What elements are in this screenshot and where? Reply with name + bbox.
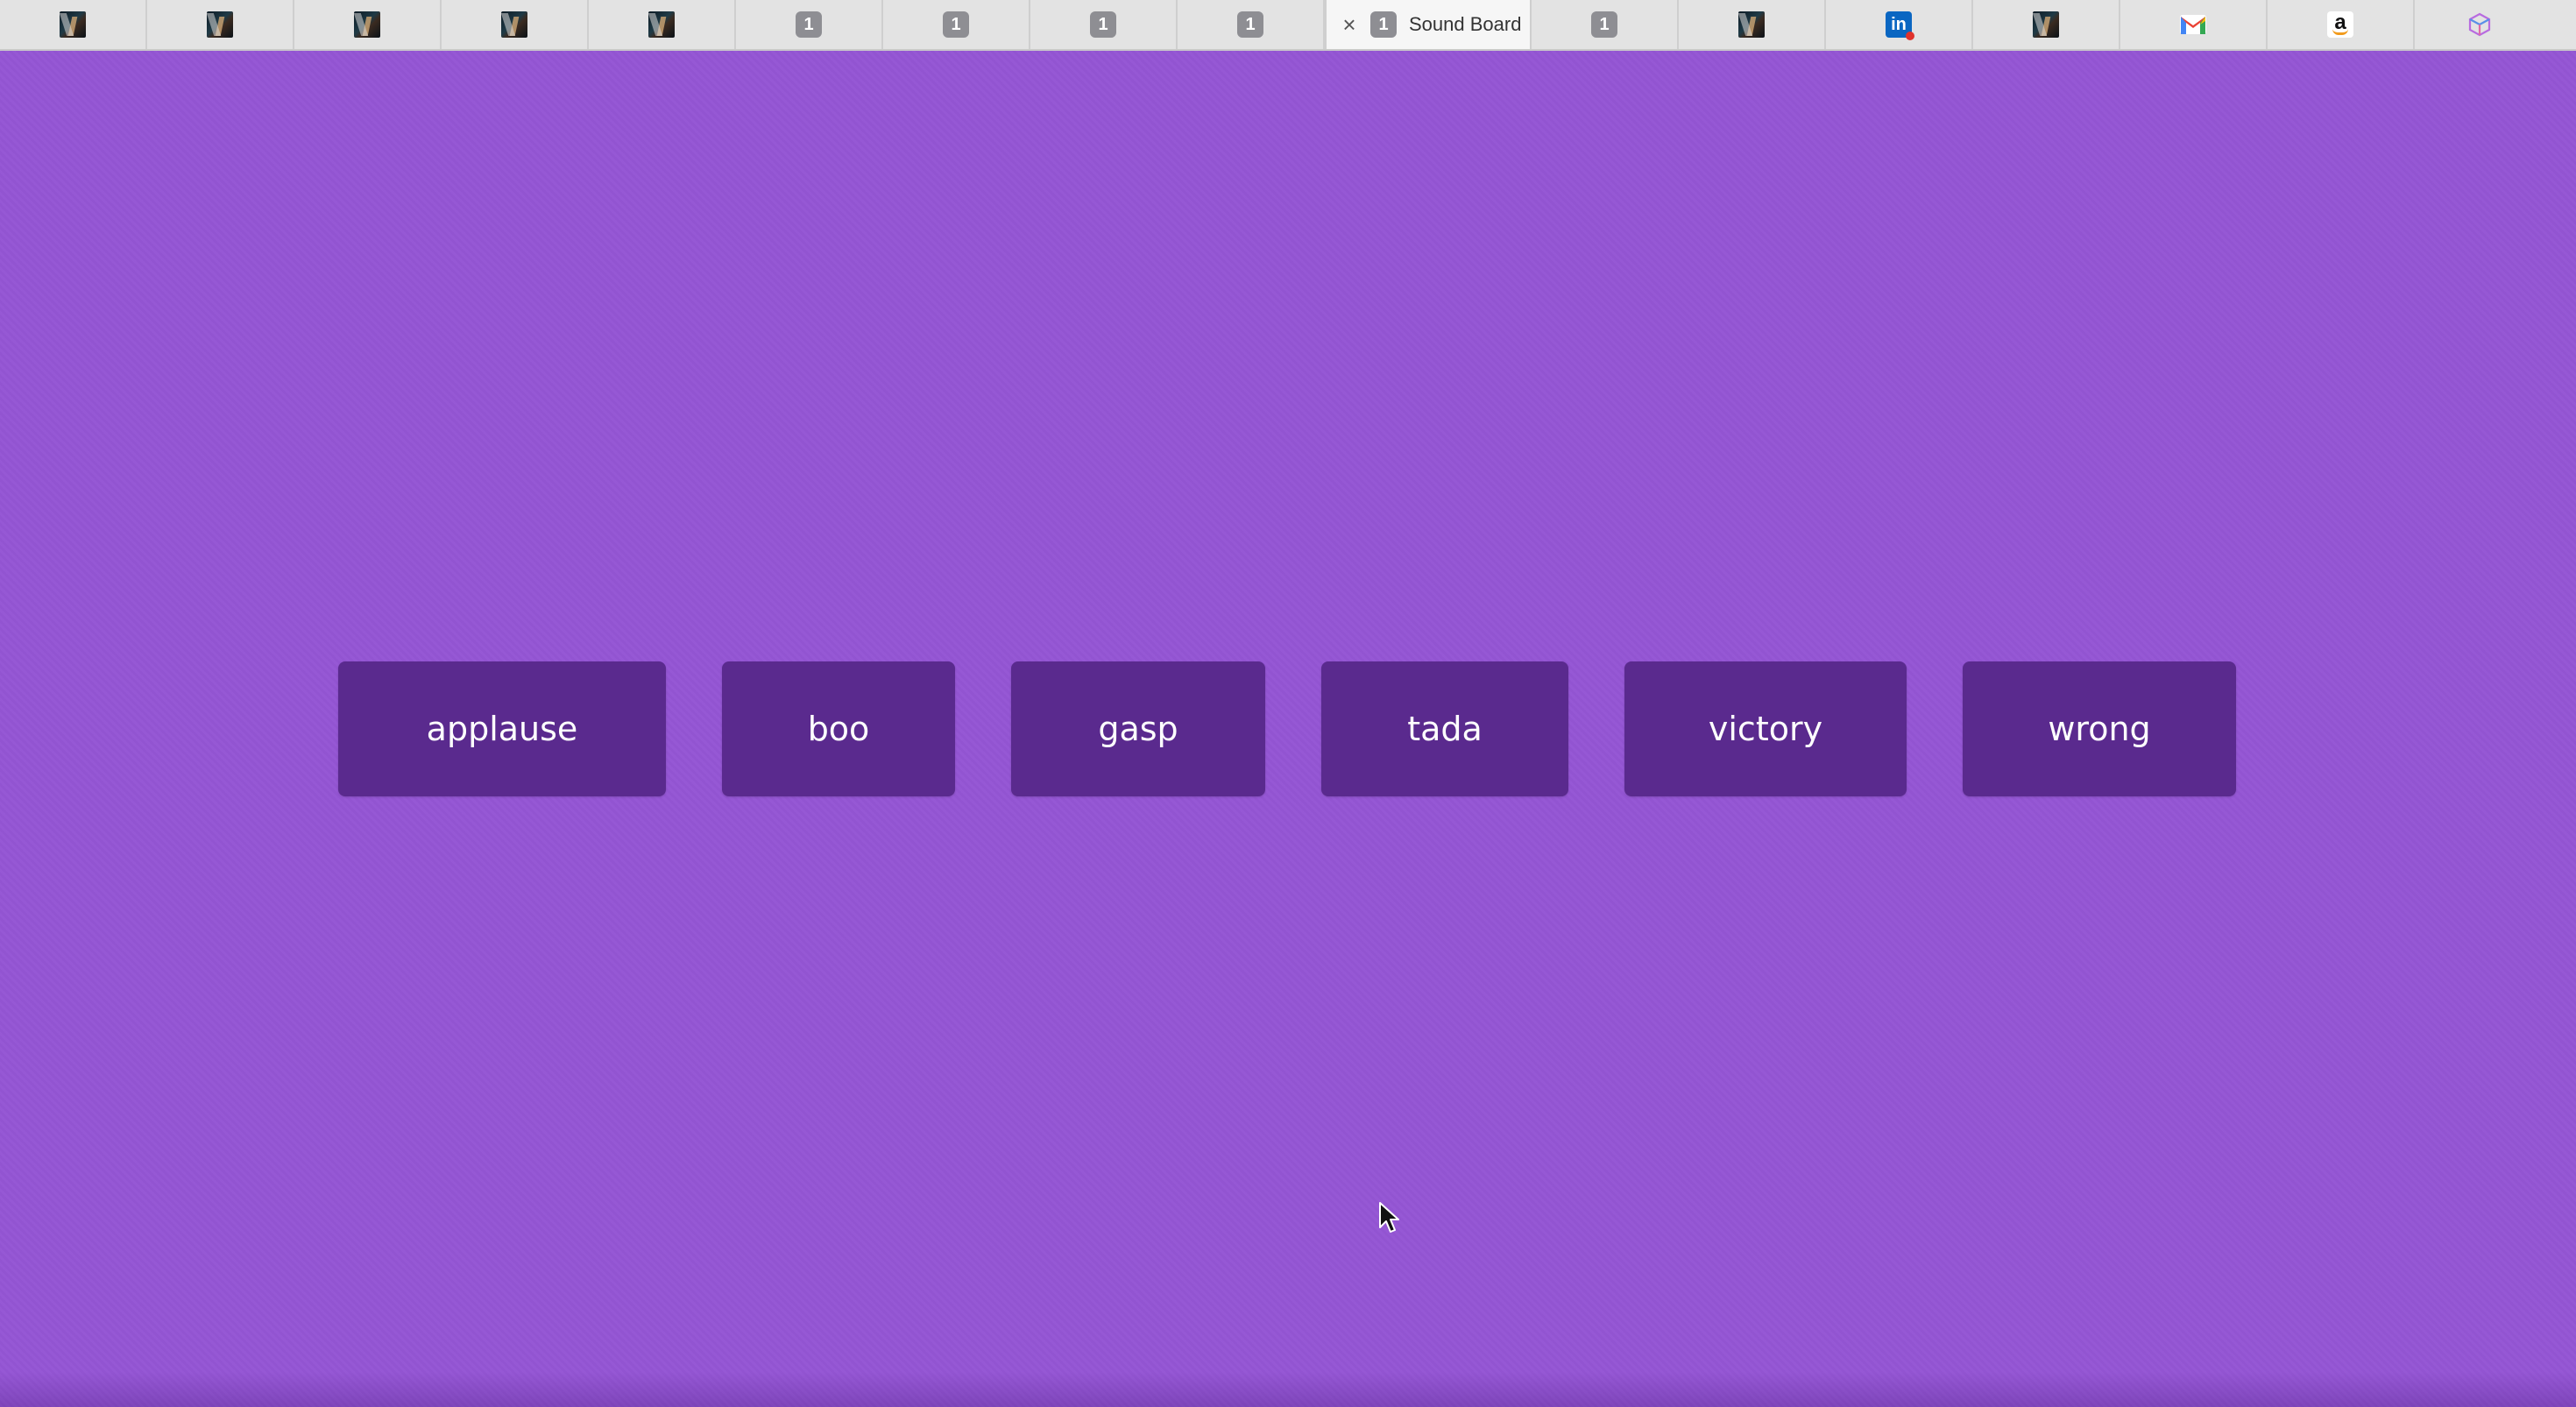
tab-title: Sound Board bbox=[1409, 13, 1522, 35]
tab-1[interactable] bbox=[0, 0, 147, 49]
number-badge-icon: 1 bbox=[1237, 11, 1263, 38]
tab-9[interactable]: 1 bbox=[1178, 0, 1325, 49]
victory-button[interactable]: victory bbox=[1624, 661, 1907, 796]
tab-6[interactable]: 1 bbox=[736, 0, 883, 49]
tab-strip: 1 1 1 1 × 1 Sound Board 1 in a bbox=[0, 0, 2576, 51]
photo-favicon-icon bbox=[60, 11, 86, 38]
tab-3[interactable] bbox=[294, 0, 442, 49]
linkedin-icon: in bbox=[1886, 11, 1914, 40]
tab-gmail[interactable] bbox=[2120, 0, 2268, 49]
photo-favicon-icon bbox=[2033, 11, 2059, 38]
photo-favicon-icon bbox=[501, 11, 527, 38]
gmail-icon bbox=[2180, 15, 2206, 34]
tab-sound-board[interactable]: × 1 Sound Board bbox=[1325, 0, 1532, 49]
tab-12[interactable] bbox=[1679, 0, 1826, 49]
number-badge-icon: 1 bbox=[1090, 11, 1116, 38]
number-badge-icon: 1 bbox=[1591, 11, 1617, 38]
wrong-button[interactable]: wrong bbox=[1963, 661, 2236, 796]
cube-icon bbox=[2468, 12, 2491, 37]
applause-button[interactable]: applause bbox=[338, 661, 666, 796]
tab-11[interactable]: 1 bbox=[1532, 0, 1679, 49]
tab-cube[interactable] bbox=[2415, 0, 2544, 49]
sound-board-page: applause boo gasp tada victory wrong bbox=[0, 51, 2576, 1407]
tab-5[interactable] bbox=[589, 0, 736, 49]
tab-14[interactable] bbox=[1973, 0, 2120, 49]
number-badge-icon: 1 bbox=[796, 11, 822, 38]
tab-linkedin[interactable]: in bbox=[1826, 0, 1973, 49]
number-badge-icon: 1 bbox=[1370, 11, 1397, 38]
tab-7[interactable]: 1 bbox=[883, 0, 1030, 49]
number-badge-icon: 1 bbox=[943, 11, 969, 38]
tab-2[interactable] bbox=[147, 0, 294, 49]
close-icon[interactable]: × bbox=[1341, 13, 1358, 36]
sound-button-row: applause boo gasp tada victory wrong bbox=[338, 661, 2236, 796]
photo-favicon-icon bbox=[1738, 11, 1765, 38]
photo-favicon-icon bbox=[648, 11, 675, 38]
photo-favicon-icon bbox=[354, 11, 380, 38]
mouse-pointer-icon bbox=[1379, 1202, 1399, 1233]
tab-amazon[interactable]: a bbox=[2268, 0, 2415, 49]
boo-button[interactable]: boo bbox=[722, 661, 955, 796]
gasp-button[interactable]: gasp bbox=[1011, 661, 1265, 796]
photo-favicon-icon bbox=[207, 11, 233, 38]
tab-4[interactable] bbox=[442, 0, 589, 49]
amazon-icon: a bbox=[2327, 11, 2353, 38]
tada-button[interactable]: tada bbox=[1321, 661, 1568, 796]
tab-8[interactable]: 1 bbox=[1030, 0, 1178, 49]
